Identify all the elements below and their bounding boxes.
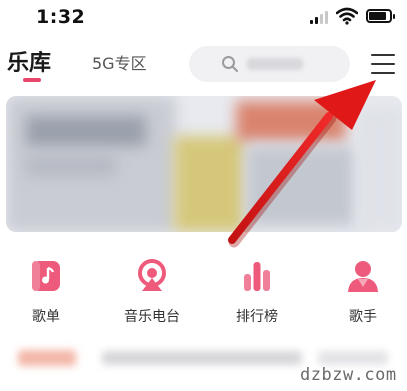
tab-5g-zone[interactable]: 5G专区 [92, 50, 147, 74]
search-icon [222, 56, 238, 72]
category-charts[interactable]: 排行榜 [222, 258, 292, 326]
category-label: 歌单 [32, 309, 60, 325]
singer-icon [348, 261, 378, 292]
tab-active-indicator [23, 78, 41, 82]
radio-icon [138, 259, 166, 291]
category-music-radio[interactable]: 音乐电台 [117, 258, 187, 326]
status-bar: 1:32 [0, 0, 407, 36]
playlist-icon [32, 261, 60, 291]
hamburger-menu-icon[interactable] [371, 53, 395, 75]
category-singers[interactable]: 歌手 [328, 258, 398, 326]
category-label: 音乐电台 [124, 309, 180, 325]
category-label: 排行榜 [236, 309, 278, 325]
search-placeholder [247, 58, 303, 70]
watermark: dzbzw.com [300, 365, 397, 385]
cellular-signal-icon [310, 11, 332, 24]
status-time: 1:32 [36, 6, 86, 28]
tab-music-library[interactable]: 乐库 [7, 45, 51, 77]
battery-icon [366, 9, 395, 23]
wifi-icon [336, 7, 358, 25]
category-playlist[interactable]: 歌单 [11, 258, 81, 326]
category-label: 歌手 [349, 309, 377, 325]
chart-bars-icon [244, 262, 270, 291]
search-input[interactable] [189, 46, 350, 82]
promo-banner[interactable] [6, 96, 402, 232]
